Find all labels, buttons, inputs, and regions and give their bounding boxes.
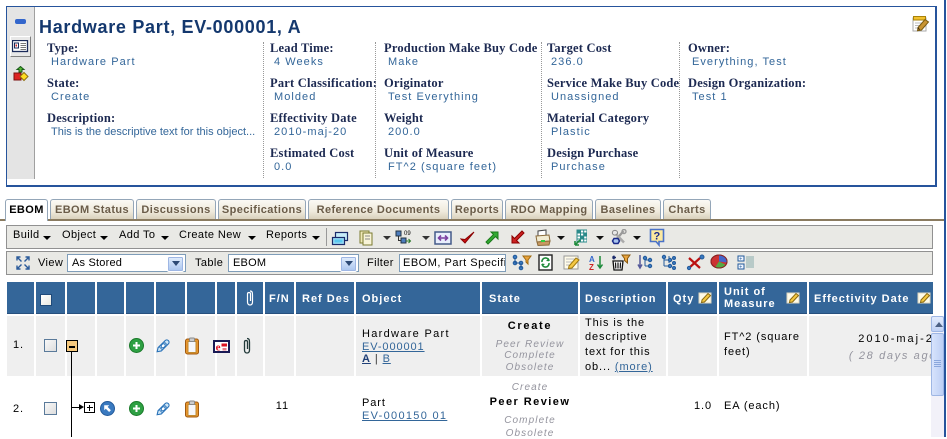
svg-text:09: 09 — [404, 231, 411, 237]
svg-text:Z: Z — [589, 263, 594, 271]
svg-text:+: + — [739, 265, 742, 271]
svg-text:?: ? — [654, 231, 661, 243]
svg-text:e: e — [216, 342, 221, 354]
svg-text:+: + — [739, 257, 742, 263]
